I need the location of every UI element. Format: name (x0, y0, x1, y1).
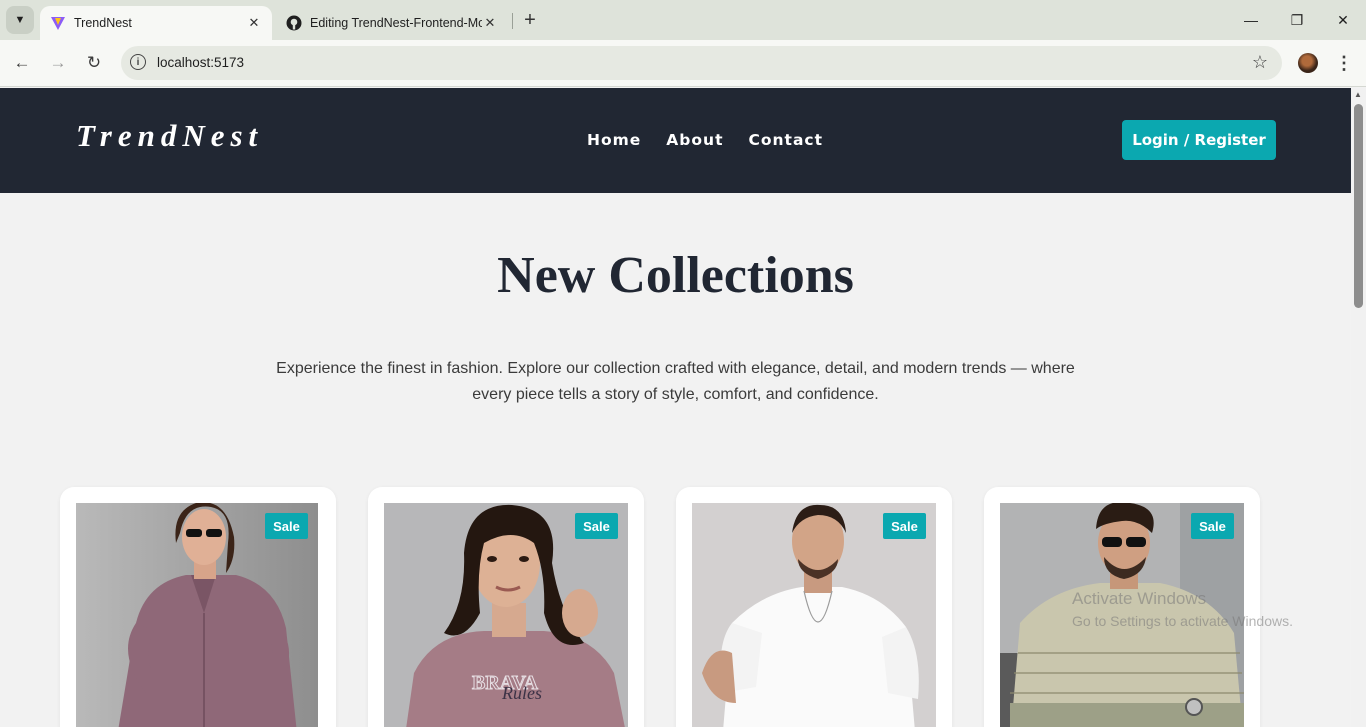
windows-activation-watermark: Activate Windows Go to Settings to activ… (1072, 588, 1293, 632)
address-bar[interactable]: i localhost:5173 ☆ (121, 46, 1282, 80)
hero-subtitle: Experience the finest in fashion. Explor… (270, 356, 1081, 408)
watermark-title: Activate Windows (1072, 589, 1207, 608)
new-tab-button[interactable]: + (518, 8, 542, 32)
main-nav: Home About Contact (587, 131, 823, 149)
hero-subtitle-line: Experience the finest in fashion. Explor… (276, 360, 1075, 377)
back-arrow-icon[interactable]: ← (9, 50, 35, 76)
product-image[interactable]: Sale (692, 503, 936, 727)
site-info-icon[interactable]: i (130, 54, 146, 70)
forward-arrow-icon[interactable]: → (45, 50, 71, 76)
tab-search-button[interactable]: ▼ (6, 6, 34, 34)
product-card[interactable]: Sale (60, 487, 336, 727)
sale-badge: Sale (883, 513, 926, 539)
nav-home[interactable]: Home (587, 131, 641, 149)
site-header: TrendNest Home About Contact Login / Reg… (0, 88, 1351, 193)
close-window-icon[interactable]: ✕ (1320, 0, 1366, 40)
close-icon[interactable]: ✕ (246, 15, 262, 31)
scroll-thumb[interactable] (1354, 104, 1363, 308)
hero-subtitle-line: every piece tells a story of style, comf… (472, 386, 879, 403)
watermark-subtitle: Go to Settings to activate Windows. (1072, 613, 1293, 629)
tab-divider (512, 13, 513, 29)
product-card[interactable]: BRAVA Rules Sale (368, 487, 644, 727)
bookmark-star-icon[interactable]: ☆ (1252, 52, 1268, 73)
sale-badge: Sale (1191, 513, 1234, 539)
nav-about[interactable]: About (666, 131, 723, 149)
login-register-button[interactable]: Login / Register (1122, 120, 1276, 160)
nav-contact[interactable]: Contact (748, 131, 823, 149)
browser-tab-strip: ▼ TrendNest ✕ Editing TrendNest-Frontend… (0, 0, 1366, 40)
reload-icon[interactable]: ↻ (81, 50, 107, 76)
close-icon[interactable]: ✕ (482, 15, 498, 31)
tab-trendnest[interactable]: TrendNest ✕ (40, 6, 272, 40)
more-menu-icon[interactable]: ⋮ (1334, 50, 1354, 76)
address-url[interactable]: localhost:5173 (157, 55, 244, 70)
vite-icon (50, 15, 66, 31)
tab-title: TrendNest (74, 16, 132, 30)
product-image[interactable]: Sale (76, 503, 318, 727)
browser-toolbar: ← → ↻ i localhost:5173 ☆ ⋮ (0, 40, 1366, 87)
page-scrollbar[interactable]: ▲ (1351, 88, 1366, 727)
tab-github-editing[interactable]: Editing TrendNest-Frontend-Mo ✕ (276, 6, 508, 40)
restore-icon[interactable]: ❐ (1274, 0, 1320, 40)
tab-title: Editing TrendNest-Frontend-Mo (310, 16, 482, 30)
sale-badge: Sale (265, 513, 308, 539)
page-title: New Collections (497, 247, 854, 304)
scroll-up-arrow-icon[interactable]: ▲ (1354, 90, 1362, 99)
minimize-icon[interactable]: — (1228, 0, 1274, 40)
site-logo[interactable]: TrendNest (76, 118, 263, 154)
sale-badge: Sale (575, 513, 618, 539)
product-card[interactable]: Sale (676, 487, 952, 727)
github-icon (286, 15, 302, 31)
profile-avatar[interactable] (1298, 53, 1318, 73)
svg-text:Rules: Rules (501, 683, 542, 703)
product-image[interactable]: BRAVA Rules Sale (384, 503, 628, 727)
